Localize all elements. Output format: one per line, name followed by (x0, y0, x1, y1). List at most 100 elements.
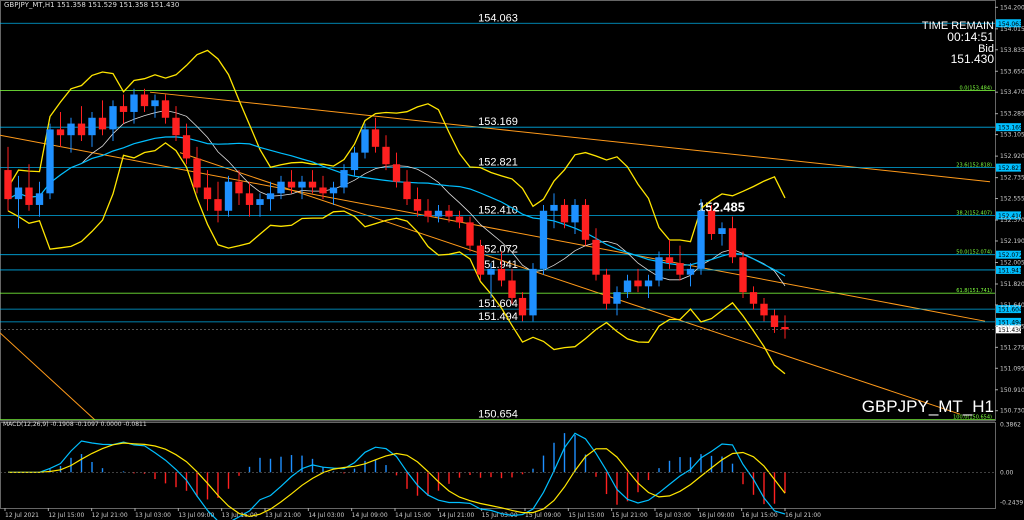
candle-body (728, 228, 737, 258)
time-tick-label: 16 Jul 21:00 (785, 512, 821, 519)
price-chart[interactable]: 154.063 154.0630.0(153.484)153.169 153.169… (0, 0, 1024, 520)
candle-body (634, 280, 642, 287)
candle-body (518, 297, 527, 316)
price-tick-label: 153.650 (1000, 68, 1024, 75)
candle-body (623, 280, 632, 293)
candle-body (403, 181, 411, 200)
time-tick-label: 12 Jul 2021 (5, 512, 39, 519)
price-tick-label: 153.105 (1000, 132, 1024, 139)
candle-body (35, 193, 44, 205)
macd-frame (0, 422, 996, 509)
candle-body (161, 100, 170, 118)
candle-body (130, 94, 138, 112)
time-tick-label: 16 Jul 09:00 (698, 512, 734, 519)
candle-body (77, 123, 86, 136)
candle-body (760, 303, 768, 316)
fib-label: 23.6(152.818) (956, 163, 992, 169)
candle-body (245, 193, 254, 205)
candle-body (287, 181, 296, 188)
candle-body (4, 170, 12, 200)
price-tick-label: 152.190 (1000, 238, 1024, 245)
candle-body (151, 100, 159, 107)
candle-body (413, 199, 422, 211)
bollinger-bands (7, 49, 786, 375)
candle-body (88, 117, 96, 136)
price-tick-label: 153.470 (1000, 89, 1024, 96)
level-label: 151.494 (478, 311, 518, 323)
macd-panel: 0.3862 0.00 -0.2439 (0, 421, 1023, 520)
candle-body (613, 292, 621, 304)
symbol-label: GBPJPY_MT_H1 (861, 397, 994, 416)
candle-body (340, 170, 348, 188)
candle-body (203, 187, 212, 200)
candle-body (67, 123, 75, 136)
price-tick-label: 152.005 (1000, 259, 1024, 266)
price-tick-label: 152.920 (1000, 153, 1024, 160)
price-tick-label: 153.835 (1000, 47, 1024, 54)
candle-body (424, 210, 432, 217)
time-tick-label: 16 Jul 15:00 (742, 512, 778, 519)
candle-body (665, 257, 674, 264)
candle-body (172, 117, 180, 136)
macd-tick-label: 0.00 (1000, 469, 1014, 476)
time-tick-label: 13 Jul 03:00 (135, 512, 171, 519)
candle-body (392, 164, 401, 182)
time-tick-label: 12 Jul 15:00 (48, 512, 84, 519)
macd-line (8, 432, 786, 520)
level-tag-text: 152.072 (998, 252, 1023, 259)
trend-line (149, 91, 991, 183)
time-tick-label: 15 Jul 15:00 (568, 512, 604, 519)
time-axis: 12 Jul 2021 12 Jul 15:00 12 Jul 21:00 13 Ju… (4, 508, 821, 519)
price-axis: 154.200 154.015 153.835 153.650 153.470 153.2… (995, 4, 1024, 415)
candle-body (182, 135, 191, 159)
trend-line (0, 332, 96, 421)
candle-body (644, 280, 653, 287)
candle-body (235, 181, 243, 194)
candle-body (749, 292, 758, 304)
signal-line (8, 442, 786, 518)
candle-body (571, 204, 579, 223)
candle-body (308, 181, 317, 188)
candle-body (655, 257, 663, 281)
candle-body (707, 210, 716, 235)
level-label: 153.169 (478, 116, 518, 128)
candle-body (581, 204, 590, 240)
candle-body (508, 280, 516, 298)
time-tick-label: 13 Jul 09:00 (178, 512, 214, 519)
level-tag-text: 152.821 (998, 165, 1023, 172)
candle-body (140, 94, 149, 107)
candle-body (109, 106, 117, 130)
time-tick-label: 16 Jul 03:00 (655, 512, 691, 519)
level-label: 154.063 (478, 12, 518, 24)
time-tick-label: 14 Jul 09:00 (352, 512, 388, 519)
price-tick-label: 152.555 (1000, 196, 1024, 203)
time-tick-label: 14 Jul 03:00 (308, 512, 344, 519)
candle-body (434, 210, 443, 217)
candle-body (25, 187, 33, 205)
macd-tick-label: -0.2439 (1000, 500, 1023, 507)
candles (4, 88, 789, 339)
upper-band (7, 49, 786, 243)
candle-body (256, 199, 264, 205)
bid-value: 151.430 (950, 52, 994, 66)
candle-body (56, 129, 65, 136)
candle-body (476, 245, 485, 275)
candle-body (739, 257, 747, 293)
price-tick-label: 152.735 (1000, 175, 1024, 182)
trend-lines (0, 91, 991, 421)
price-tick-label: 151.275 (1000, 344, 1024, 351)
price-tick-label: 154.015 (1000, 26, 1024, 33)
candle-body (361, 129, 369, 153)
fib-label: 38.2(152.407) (956, 210, 992, 216)
candle-body (602, 274, 611, 304)
candle-body (329, 187, 338, 194)
time-tick-label: 12 Jul 21:00 (92, 512, 128, 519)
level-label: 152.410 (478, 204, 518, 216)
candle-body (686, 268, 695, 275)
fib-label: 61.8(151.741) (956, 288, 992, 294)
candle-body (487, 268, 495, 275)
price-tick-label: 152.370 (1000, 217, 1024, 224)
candle-body (266, 193, 275, 200)
candle-body (781, 327, 789, 330)
horizontal-levels: 154.063 154.0630.0(153.484)153.169 153.169… (0, 12, 1023, 421)
